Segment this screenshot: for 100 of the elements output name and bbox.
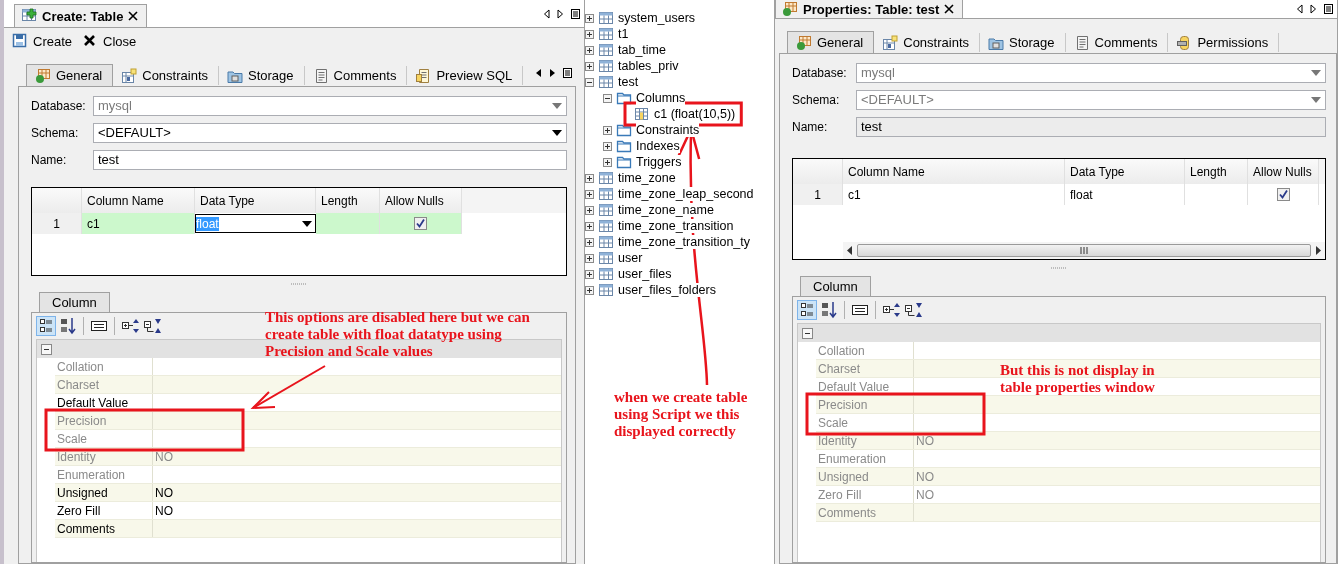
folder-icon <box>616 123 632 137</box>
field-label: Schema: <box>31 125 80 140</box>
property-name: Scale <box>816 414 914 431</box>
expand-icon[interactable] <box>585 253 594 263</box>
tab[interactable]: Constraints <box>874 33 980 52</box>
document-tab[interactable]: Properties: Table: test <box>775 0 964 18</box>
scroll-right-icon[interactable] <box>549 68 556 78</box>
expand-all-icon[interactable] <box>883 302 901 318</box>
list-icon[interactable] <box>571 8 580 19</box>
scroll-left-icon[interactable] <box>1296 4 1303 14</box>
scroll-right-icon[interactable] <box>1310 4 1317 14</box>
tree-item[interactable]: tables_priv <box>618 59 679 73</box>
collapse-icon[interactable] <box>41 343 52 355</box>
collapse-icon[interactable] <box>603 93 612 103</box>
property-name: Charset <box>55 376 153 393</box>
tree-item[interactable]: time_zone_leap_second <box>618 187 754 201</box>
caret-icon[interactable] <box>302 220 312 227</box>
sort-icon[interactable] <box>60 317 76 335</box>
expand-icon[interactable] <box>585 13 594 23</box>
scroll-right-icon[interactable] <box>1315 246 1321 255</box>
tree-item[interactable]: Columns <box>636 91 686 105</box>
table-row[interactable]: 1 c1 float <box>793 184 1325 205</box>
create-button[interactable]: Create <box>12 33 73 49</box>
expand-icon[interactable] <box>585 45 594 55</box>
scroll-right-icon[interactable] <box>557 8 564 19</box>
scrollbar[interactable] <box>843 242 1325 259</box>
tree-item[interactable]: user_files_folders <box>618 283 716 297</box>
collapse-icon[interactable] <box>585 77 594 87</box>
table-icon <box>598 11 614 25</box>
categorized-icon[interactable] <box>36 316 56 336</box>
text-field[interactable]: test <box>93 149 567 170</box>
column-icon <box>634 107 650 121</box>
expand-icon[interactable] <box>585 221 594 231</box>
close-icon[interactable] <box>128 11 139 21</box>
row-number: 1 <box>32 213 82 234</box>
tree-item[interactable]: user_files <box>618 267 672 281</box>
scroll-left-icon[interactable] <box>847 246 853 255</box>
tree-item[interactable]: time_zone <box>618 171 676 185</box>
tab[interactable]: Preview SQL <box>407 66 524 85</box>
table-icon <box>598 235 614 249</box>
tab[interactable]: Column <box>800 276 871 296</box>
tab[interactable]: Storage <box>980 33 1066 52</box>
tree-item[interactable]: time_zone_name <box>618 203 714 217</box>
scrollbar-thumb[interactable] <box>857 244 1311 257</box>
tree-item[interactable]: system_users <box>618 11 696 25</box>
table-icon <box>598 171 614 185</box>
collapse-all-icon[interactable] <box>905 302 923 318</box>
description-icon[interactable] <box>852 305 868 315</box>
caret-icon[interactable] <box>552 129 562 136</box>
expand-icon[interactable] <box>585 205 594 215</box>
tree-item[interactable]: c1 (float(10,5)) <box>654 107 736 121</box>
tab[interactable]: General <box>26 64 114 86</box>
property-name: Charset <box>816 360 914 377</box>
tree-item[interactable]: test <box>618 75 639 89</box>
tree-item[interactable]: Indexes <box>636 139 680 153</box>
expand-icon[interactable] <box>603 141 612 151</box>
close-icon[interactable] <box>944 4 955 14</box>
collapse-icon[interactable] <box>802 327 813 339</box>
tree-item[interactable]: time_zone_transition <box>618 219 734 233</box>
tree-item[interactable]: t1 <box>618 27 629 41</box>
scroll-left-icon[interactable] <box>535 68 542 78</box>
expand-icon[interactable] <box>585 269 594 279</box>
checkbox[interactable] <box>414 217 427 230</box>
description-icon[interactable] <box>91 321 107 331</box>
sort-icon[interactable] <box>821 301 837 319</box>
expand-all-icon[interactable] <box>122 318 140 334</box>
column-header: Data Type <box>195 188 316 213</box>
expand-icon[interactable] <box>585 61 594 71</box>
list-icon[interactable] <box>1324 4 1333 14</box>
tree-item[interactable]: time_zone_transition_ty <box>618 235 751 249</box>
expand-icon[interactable] <box>585 173 594 183</box>
table-row[interactable]: 1 c1 float <box>32 213 566 234</box>
checkbox[interactable] <box>1276 188 1290 201</box>
tree-item[interactable]: Constraints <box>636 123 700 137</box>
field-label: Database: <box>31 98 87 113</box>
tab-title: Create: Table <box>42 8 124 24</box>
tab[interactable]: Permissions <box>1168 33 1280 52</box>
categorized-icon[interactable] <box>797 300 817 320</box>
tab[interactable]: Column <box>39 292 110 312</box>
field-label: Name: <box>31 152 68 167</box>
expand-icon[interactable] <box>585 237 594 247</box>
tab[interactable]: Storage <box>219 66 305 85</box>
collapse-all-icon[interactable] <box>144 318 162 334</box>
close-button[interactable]: Close <box>82 33 137 49</box>
tree-item[interactable]: tab_time <box>618 43 666 57</box>
scroll-left-icon[interactable] <box>543 8 550 19</box>
expand-icon[interactable] <box>603 157 612 167</box>
tab[interactable]: Constraints <box>113 66 219 85</box>
expand-icon[interactable] <box>585 285 594 295</box>
expand-icon[interactable] <box>603 125 612 135</box>
tab[interactable]: General <box>787 31 875 53</box>
tree-item[interactable]: Triggers <box>636 155 682 169</box>
expand-icon[interactable] <box>585 29 594 39</box>
document-tab[interactable]: Create: Table <box>14 4 148 27</box>
tab[interactable]: Comments <box>304 66 408 85</box>
expand-icon[interactable] <box>585 189 594 199</box>
list-icon[interactable] <box>563 68 572 78</box>
tab[interactable]: Comments <box>1065 33 1169 52</box>
dropdown[interactable]: <DEFAULT> <box>93 122 567 143</box>
property-name: Unsigned <box>55 484 153 501</box>
